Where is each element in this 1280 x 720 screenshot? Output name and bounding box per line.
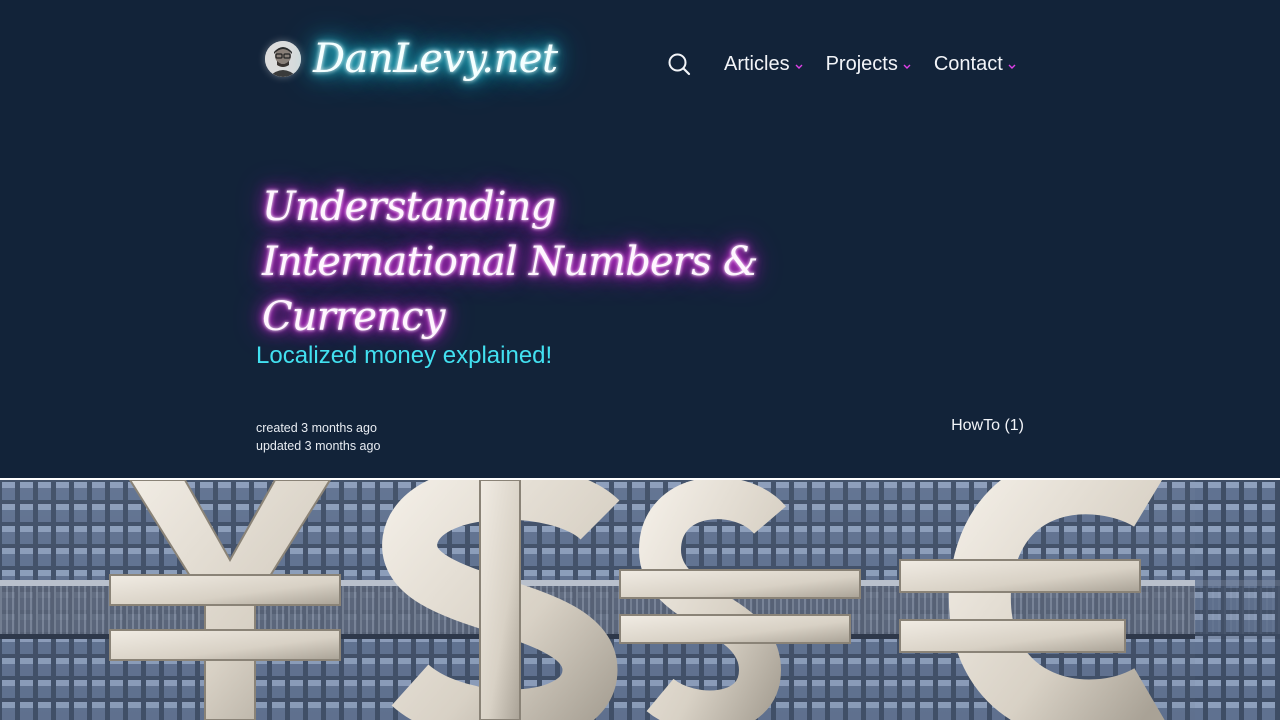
nav-item-projects[interactable]: Projects [826,53,912,76]
avatar [265,41,301,77]
search-button[interactable] [666,51,692,77]
currency-symbols-image [0,480,1280,720]
article-title: Understanding International Numbers & Cu… [262,184,758,340]
site-logo-link[interactable]: DanLevy.net [265,33,558,85]
chevron-down-icon [903,64,911,69]
created-date: created 3 months ago [256,421,377,435]
avatar-portrait-icon [265,41,301,77]
article-dates: created 3 months ago updated 3 months ag… [256,419,380,455]
hero-image [0,480,1280,720]
chevron-down-icon [1008,64,1016,69]
nav-item-label: Projects [825,52,898,75]
site-header: DanLevy.net Articles Projects Contact [0,0,1280,130]
search-icon [668,53,691,76]
logo-text: DanLevy.net [313,36,558,82]
article-subtitle: Localized money explained! [256,342,553,369]
updated-date: updated 3 months ago [256,439,381,453]
nav-item-contact[interactable]: Contact [934,53,1017,76]
nav-item-articles[interactable]: Articles [724,53,804,76]
page: DanLevy.net Articles Projects Contact Un… [0,0,1280,720]
chevron-down-icon [795,64,803,69]
main-nav: Articles Projects Contact [666,48,1039,80]
nav-item-label: Contact [933,52,1003,75]
nav-item-label: Articles [724,52,790,75]
tag-link-howto[interactable]: HowTo (1) [951,417,1024,435]
